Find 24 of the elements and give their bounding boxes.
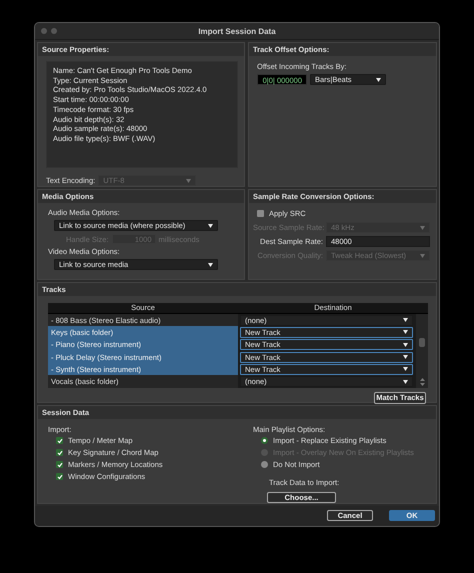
scroll-thumb[interactable] (419, 338, 425, 347)
caret-icon (403, 380, 408, 384)
window-title: Import Session Data (198, 26, 276, 36)
caret-icon (420, 254, 425, 258)
radio-button[interactable] (261, 461, 268, 468)
scroll-down-icon[interactable] (420, 382, 424, 386)
scrollbar[interactable] (416, 314, 428, 388)
caret-icon (208, 224, 213, 228)
caret-icon (208, 262, 213, 266)
checkbox[interactable] (56, 437, 63, 444)
checkbox[interactable] (56, 449, 63, 456)
checkbox[interactable] (56, 461, 63, 468)
caret-icon (403, 367, 408, 372)
caret-icon (186, 178, 192, 182)
radio-button[interactable] (261, 437, 268, 444)
caret-icon (420, 226, 425, 230)
caret-icon (403, 330, 408, 334)
scroll-up-icon[interactable] (420, 378, 424, 381)
caret-icon (376, 78, 381, 82)
caret-icon (403, 342, 408, 347)
checkbox[interactable] (56, 473, 63, 480)
caret-icon (403, 355, 408, 360)
caret-icon (403, 318, 408, 322)
checkbox[interactable] (257, 210, 264, 217)
